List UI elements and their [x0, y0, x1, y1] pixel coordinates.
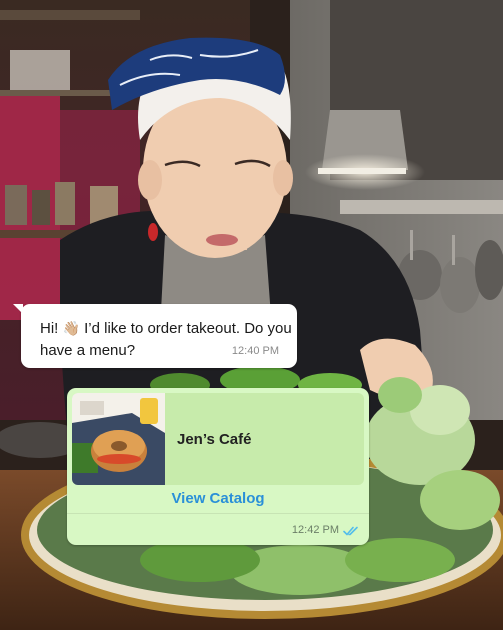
outgoing-catalog-message: Jen’s Café View Catalog 12:42 PM [67, 388, 369, 545]
catalog-preview-card[interactable]: Jen’s Café [72, 393, 364, 485]
outgoing-message-time: 12:42 PM [291, 524, 339, 536]
message-text-start: Hi! [40, 320, 63, 337]
view-catalog-button[interactable]: View Catalog [67, 485, 369, 514]
double-check-read-icon [343, 526, 358, 536]
incoming-message-time: 12:40 PM [231, 345, 279, 357]
bubble-tail [13, 304, 23, 314]
incoming-message-bubble: Hi! 👋🏼 I’d like to order takeout. Do you… [13, 304, 297, 368]
catalog-shop-name: Jen’s Café [177, 431, 252, 448]
bagel-product-thumbnail [72, 393, 165, 485]
waving-hand-icon: 👋🏼 [62, 320, 80, 336]
